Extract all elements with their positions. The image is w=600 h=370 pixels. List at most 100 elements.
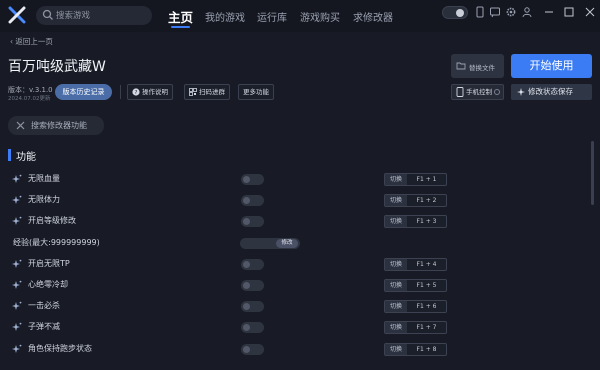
feature-toggle[interactable]: [241, 301, 264, 313]
feature-row: 无限血量 切换 F1 + 1: [0, 169, 580, 190]
feature-row: 经验(最大:999999999) 修改: [0, 233, 580, 254]
nav-home[interactable]: 主页: [168, 7, 193, 26]
save-state-label: 修改状态保存: [528, 87, 573, 96]
search-placeholder: 搜索游戏: [56, 11, 91, 21]
hotkey-value: F1 + 6: [416, 303, 437, 311]
feature-name: 子弹不减: [28, 322, 60, 332]
phone-icon[interactable]: [474, 6, 486, 18]
feature-row: 子弹不减 切换 F1 + 7: [0, 317, 580, 338]
info-icon: [494, 89, 500, 95]
theme-toggle[interactable]: [442, 6, 468, 19]
feature-toggle[interactable]: [241, 343, 264, 355]
hotkey-value: F1 + 5: [416, 282, 437, 289]
start-button[interactable]: 开始使用: [511, 54, 592, 78]
replace-file-button[interactable]: 替换文件: [451, 54, 504, 78]
hotkey-box: 切换 F1 + 6: [384, 300, 447, 314]
feature-toggle[interactable]: [241, 174, 264, 185]
save-state-button[interactable]: 修改状态保存: [511, 84, 592, 100]
sparkle-icon: [12, 259, 22, 268]
feature-toggle[interactable]: [241, 195, 264, 207]
replace-file-label: 替换文件: [469, 64, 495, 72]
version-history-button[interactable]: 版本历史记录: [55, 84, 112, 100]
feature-row: 心绝零冷却 切换 F1 + 5: [0, 275, 580, 296]
edit-button[interactable]: 修改: [276, 238, 298, 248]
back-link[interactable]: ‹ 返回上一页: [10, 36, 53, 47]
sparkle-icon: [517, 88, 525, 96]
sparkle-icon: [12, 344, 22, 353]
hotkey-switch-button[interactable]: 切换: [385, 280, 407, 291]
feature-toggle[interactable]: [241, 258, 264, 270]
minimize-icon[interactable]: [543, 6, 555, 18]
feature-name: 角色保持跑步状态: [28, 343, 92, 353]
version-date: 2024.07.02更新: [8, 96, 51, 102]
qr-join-label: 扫码进群: [199, 88, 225, 96]
more-features-label: 更多功能: [243, 88, 269, 96]
hotkey-box: 切换 F1 + 1: [384, 173, 447, 186]
hotkey-box: 切换 F1 + 3: [384, 215, 447, 229]
sparkle-icon: [12, 174, 22, 183]
divider: [120, 85, 121, 99]
feature-row: 一击必杀 切换 F1 + 6: [0, 296, 580, 317]
hotkey-value: F1 + 7: [416, 324, 437, 332]
instructions-button[interactable]: ? 操作说明: [127, 84, 173, 100]
hotkey-box: 切换 F1 + 8: [384, 342, 447, 356]
feature-toggle[interactable]: [241, 322, 264, 334]
top-bar: 搜索游戏 主页 我的游戏 运行库 游戏购买 求修改器: [0, 0, 600, 32]
qr-code-icon: [189, 88, 197, 96]
hotkey-switch-button[interactable]: 切换: [385, 195, 407, 207]
hotkey-box: 切换 F1 + 5: [384, 279, 447, 292]
hotkey-switch-button[interactable]: 切换: [385, 174, 407, 185]
feature-name: 无限血量: [28, 174, 60, 183]
mobile-control-label: 手机控制: [466, 88, 492, 96]
hotkey-box: 切换 F1 + 7: [384, 321, 447, 335]
game-search-input[interactable]: 搜索游戏: [36, 6, 152, 25]
help-icon: ?: [132, 88, 140, 96]
feature-toggle[interactable]: [241, 280, 264, 291]
modifier-search-input[interactable]: 搜索修改器功能: [8, 116, 104, 135]
hotkey-box: 切换 F1 + 4: [384, 257, 447, 271]
value-input[interactable]: 修改: [240, 237, 300, 249]
section-accent-bar: [8, 149, 11, 161]
folder-icon: [456, 62, 466, 70]
hotkey-switch-button[interactable]: 切换: [385, 322, 407, 334]
user-icon[interactable]: [521, 6, 533, 18]
feature-toggle[interactable]: [241, 216, 264, 228]
sparkle-icon: [12, 195, 22, 205]
feature-name: 无限体力: [28, 195, 60, 205]
sparkle-icon: [12, 323, 22, 332]
hotkey-value: F1 + 3: [416, 218, 437, 226]
game-title: 百万吨级武藏W: [8, 59, 106, 75]
section-title: 功能: [16, 152, 36, 163]
settings-icon[interactable]: [505, 6, 517, 18]
more-features-button[interactable]: 更多功能: [238, 84, 274, 100]
nav-request-trainer[interactable]: 求修改器: [353, 9, 393, 24]
maximize-icon[interactable]: [563, 6, 575, 18]
nav-my-games[interactable]: 我的游戏: [205, 9, 245, 24]
qr-join-button[interactable]: 扫码进群: [184, 84, 230, 100]
hotkey-switch-button[interactable]: 切换: [385, 343, 407, 355]
search-icon: [42, 9, 53, 20]
hotkey-switch-button[interactable]: 切换: [385, 258, 407, 270]
chat-icon[interactable]: [489, 6, 501, 18]
nav-active-indicator: [171, 26, 190, 28]
hotkey-value: F1 + 8: [416, 345, 437, 353]
feature-name: 开启等级修改: [28, 216, 76, 226]
feature-name: 开启无限TP: [28, 258, 70, 268]
scrollbar[interactable]: [591, 141, 594, 205]
hotkey-box: 切换 F1 + 2: [384, 194, 447, 208]
phone-icon: [456, 87, 464, 97]
mobile-control-button[interactable]: 手机控制: [451, 84, 504, 100]
nav-runtime[interactable]: 运行库: [257, 9, 287, 24]
feature-row: 无限体力 切换 F1 + 2: [0, 190, 580, 211]
feature-row: 角色保持跑步状态 切换 F1 + 8: [0, 339, 580, 360]
close-icon[interactable]: [584, 6, 596, 18]
app-logo-icon[interactable]: [8, 6, 26, 24]
hotkey-value: F1 + 4: [416, 260, 437, 268]
hotkey-switch-button[interactable]: 切换: [385, 301, 407, 313]
hotkey-switch-button[interactable]: 切换: [385, 216, 407, 228]
modifier-search-placeholder: 搜索修改器功能: [31, 121, 87, 130]
nav-buy-games[interactable]: 游戏购买: [300, 9, 340, 24]
sparkle-icon: [12, 280, 22, 289]
back-label: 返回上一页: [15, 37, 53, 46]
sparkle-icon: [12, 217, 22, 226]
